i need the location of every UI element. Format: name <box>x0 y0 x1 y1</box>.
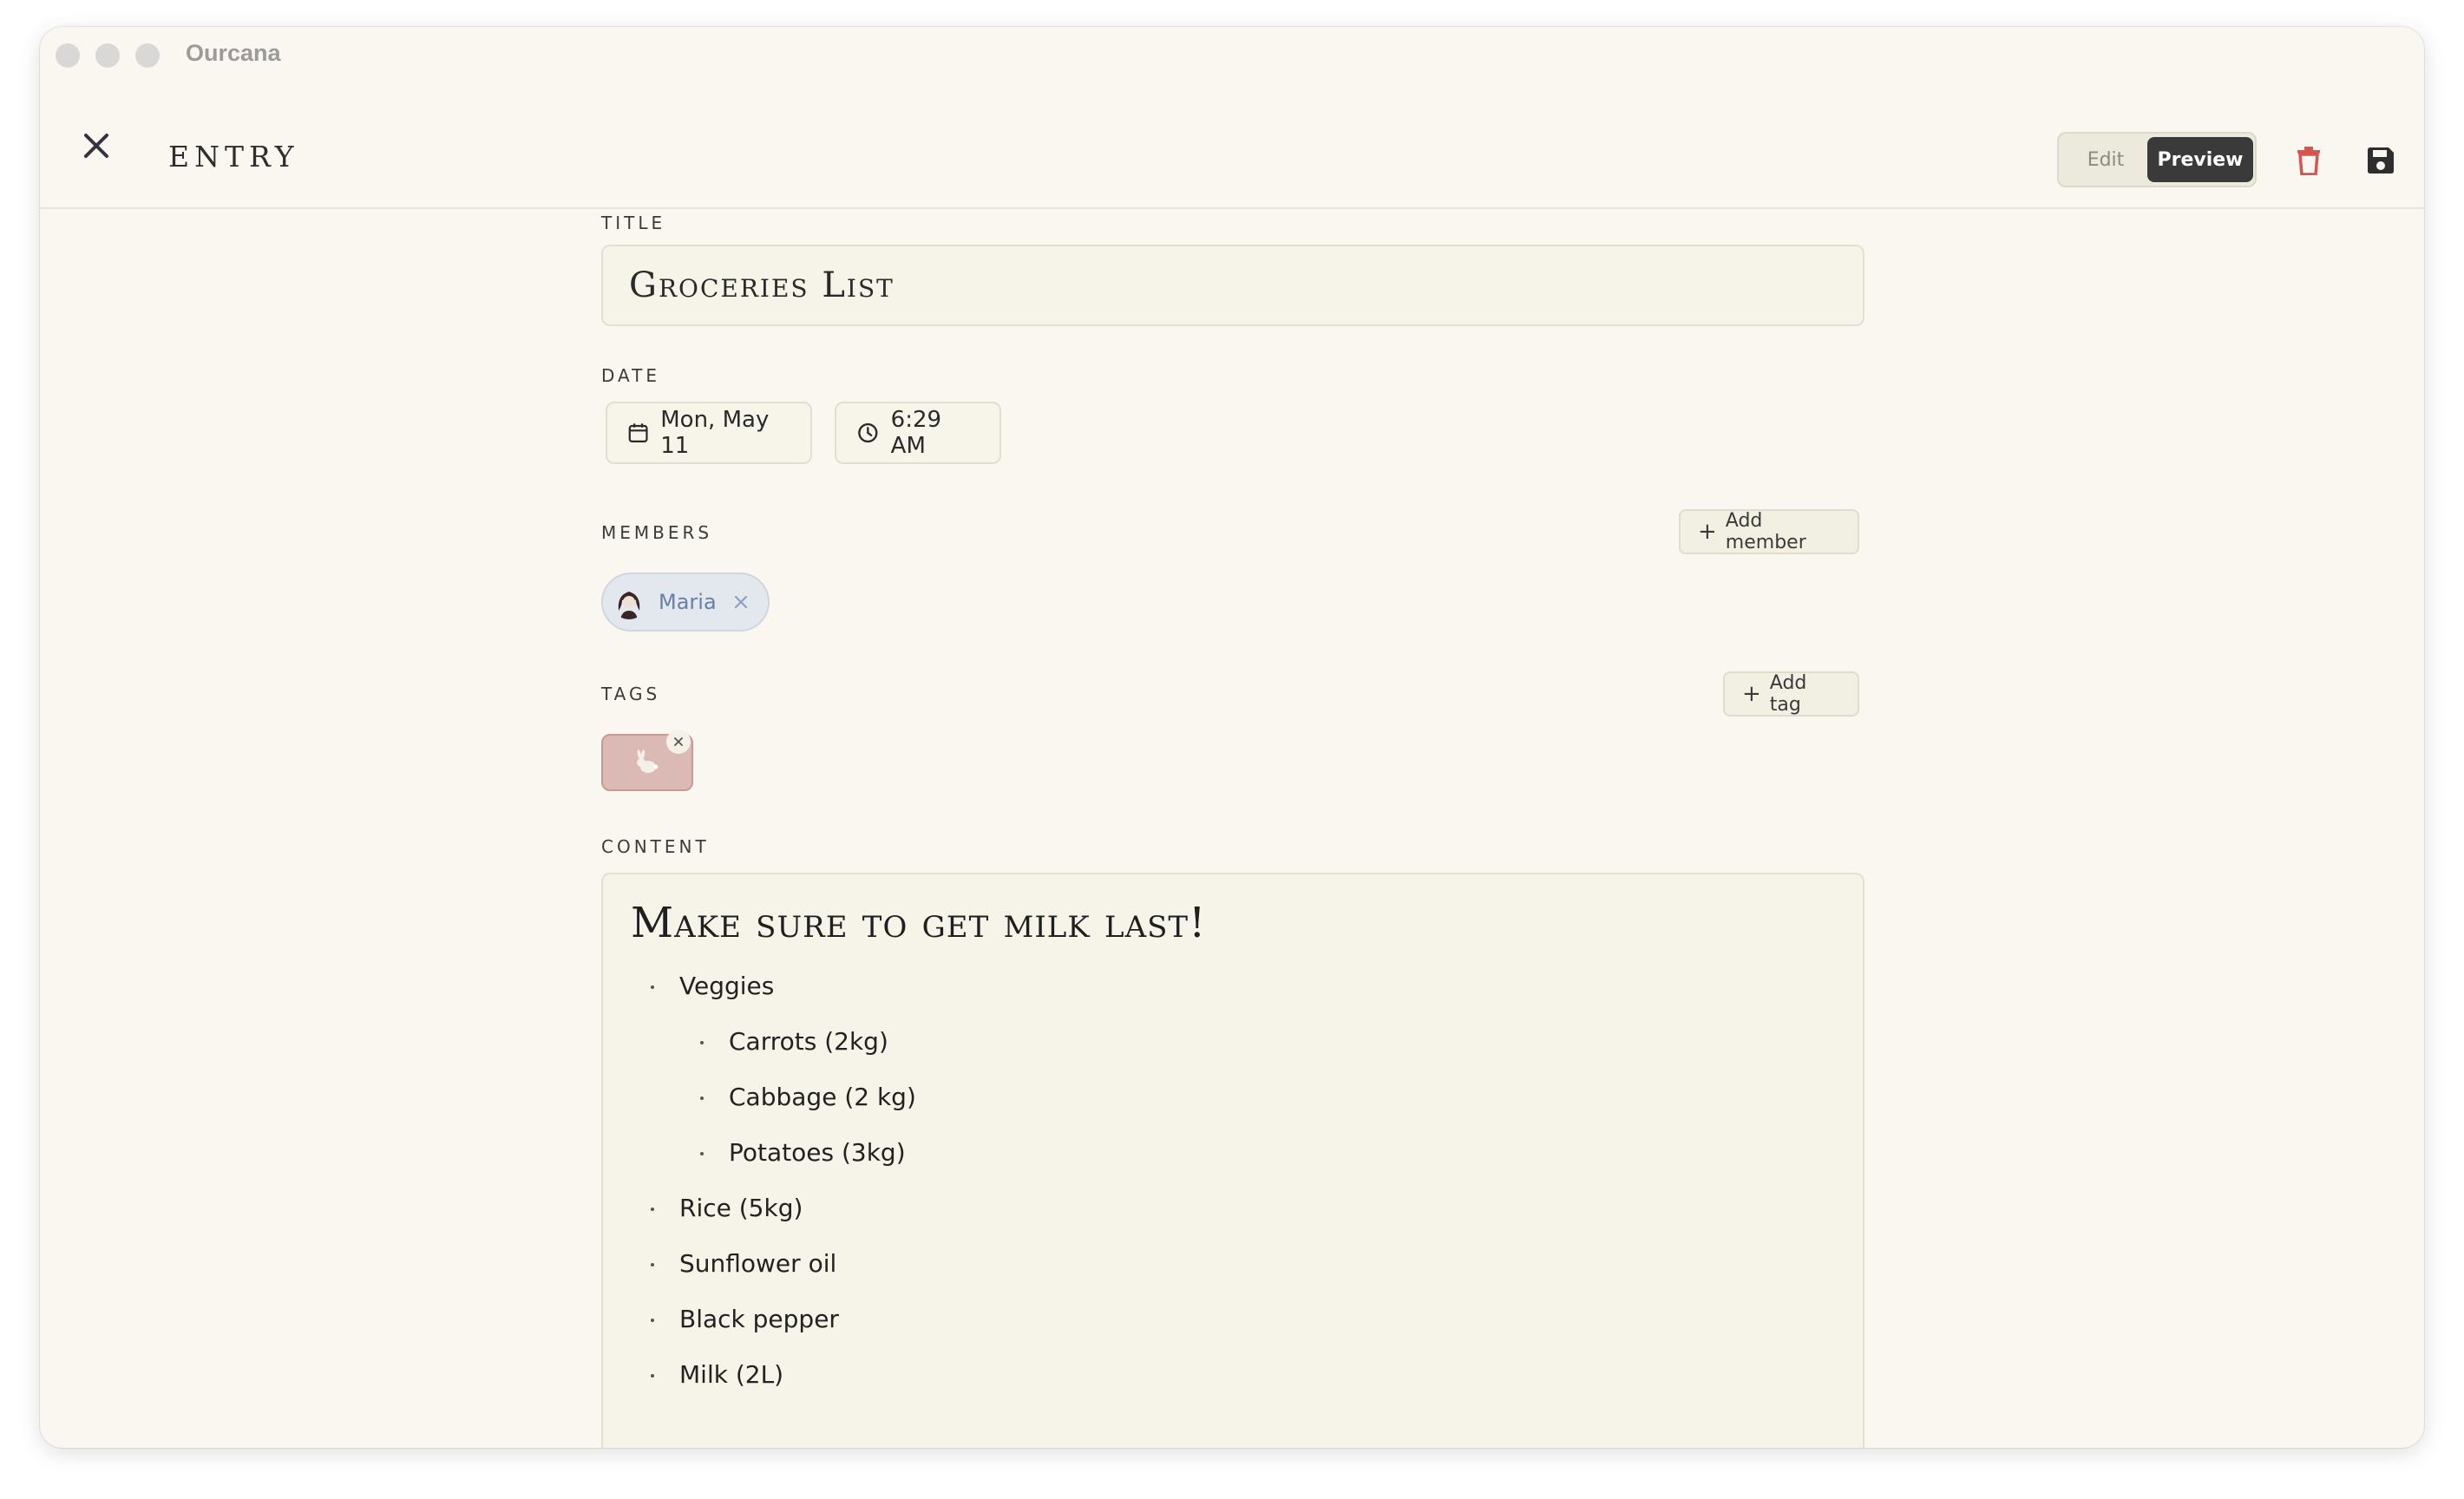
add-member-button[interactable]: + Add member <box>1679 509 1859 554</box>
avatar <box>612 585 646 619</box>
list-item: Milk (2L) <box>679 1360 784 1389</box>
time-value: 6:29 AM <box>890 407 942 459</box>
save-icon <box>2368 147 2394 173</box>
date-label: DATE <box>601 365 661 386</box>
mode-toggle: Edit Preview <box>2057 132 2257 187</box>
toolbar: ENTRY Edit Preview <box>40 84 2424 209</box>
window-close-control[interactable] <box>56 43 80 68</box>
calendar-icon <box>628 423 648 442</box>
list-bullet <box>651 985 654 989</box>
list-bullet <box>700 1152 704 1155</box>
preview-mode-button[interactable]: Preview <box>2147 137 2253 182</box>
close-button[interactable] <box>71 121 121 171</box>
add-member-label: Add member <box>1725 510 1806 553</box>
add-tag-label: Add tag <box>1769 672 1807 716</box>
content-preview[interactable]: Make sure to get milk last! Veggies Carr… <box>601 873 1864 1448</box>
window-zoom-control[interactable] <box>135 43 160 68</box>
app-window: Ourcana ENTRY Edit Preview TITLE Groceri… <box>40 27 2424 1448</box>
page-title: ENTRY <box>168 140 299 173</box>
date-picker-button[interactable]: Mon, May 11 <box>606 402 812 464</box>
window-minimize-control[interactable] <box>95 43 120 68</box>
rabbit-icon <box>637 750 659 773</box>
list-item: Potatoes (3kg) <box>729 1138 906 1167</box>
remove-member-button[interactable] <box>729 590 753 614</box>
save-button[interactable] <box>2360 140 2402 181</box>
trash-icon <box>2297 147 2320 175</box>
close-icon <box>734 595 747 609</box>
edit-mode-button[interactable]: Edit <box>2062 137 2149 182</box>
close-icon <box>84 134 108 158</box>
list-item: Sunflower oil <box>679 1249 837 1278</box>
date-value: Mon, May 11 <box>660 407 770 459</box>
members-label: MEMBERS <box>601 522 713 543</box>
plus-icon: + <box>1698 519 1717 545</box>
app-title: Ourcana <box>186 40 281 66</box>
list-bullet <box>651 1208 654 1211</box>
delete-button[interactable] <box>2288 140 2330 181</box>
list-item: Veggies <box>679 972 775 1000</box>
list-bullet <box>700 1096 704 1100</box>
list-bullet <box>700 1041 704 1044</box>
tags-label: TAGS <box>601 684 661 704</box>
member-chip: Maria <box>601 573 770 632</box>
list-item: Cabbage (2 kg) <box>729 1083 916 1111</box>
content-heading: Make sure to get milk last! <box>631 899 1207 947</box>
list-item: Black pepper <box>679 1305 839 1333</box>
title-bar: Ourcana <box>40 27 2424 84</box>
plus-icon: + <box>1742 681 1761 707</box>
clock-icon <box>858 422 878 443</box>
remove-tag-button[interactable] <box>666 730 691 754</box>
add-tag-button[interactable]: + Add tag <box>1723 671 1859 717</box>
member-name: Maria <box>659 590 717 614</box>
close-icon <box>674 737 683 746</box>
content-label: CONTENT <box>601 836 710 857</box>
list-bullet <box>651 1319 654 1322</box>
list-bullet <box>651 1374 654 1378</box>
list-item: Rice (5kg) <box>679 1194 803 1222</box>
title-label: TITLE <box>601 213 666 233</box>
title-field[interactable]: Groceries List <box>601 245 1864 326</box>
list-bullet <box>651 1263 654 1267</box>
list-item: Carrots (2kg) <box>729 1027 888 1056</box>
time-picker-button[interactable]: 6:29 AM <box>835 402 1001 464</box>
